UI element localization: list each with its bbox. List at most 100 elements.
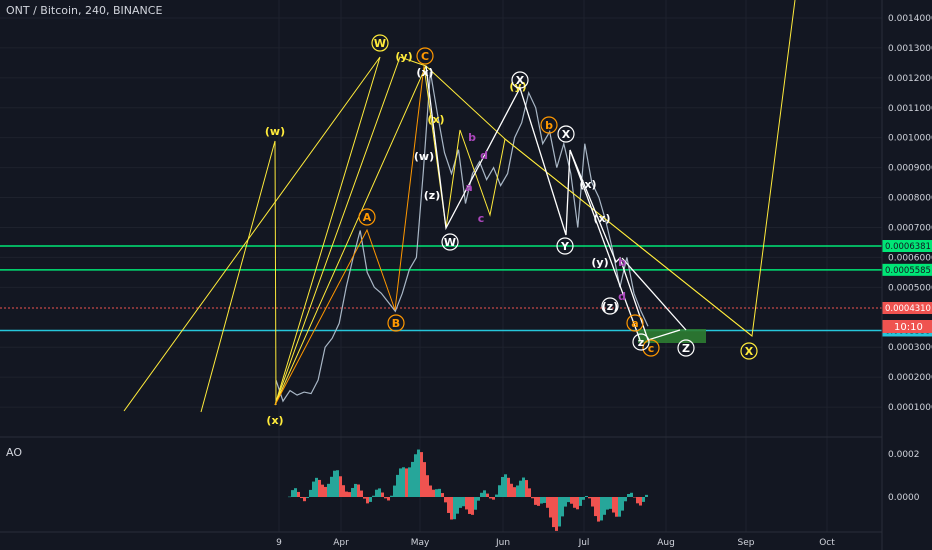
ao-bar [378,488,381,497]
y-axis: 0.0014000 0.0013000 0.0012000 0.0011000 0.00… [888,14,932,413]
y-tick-label: 0.0009000 [888,164,932,174]
ao-bar [603,497,606,515]
wave-label-text: (x) [427,113,444,126]
ao-bar [486,493,489,497]
ao-bar [546,497,549,508]
ao-bar [330,476,333,497]
wave-label-purple: b [468,131,476,144]
ao-bar [360,490,363,497]
ao-bar [372,495,375,497]
wave-label-orange: a [626,314,644,332]
countdown-text: 10:10 [894,322,923,333]
wave-label-text: (x) [266,414,283,427]
wave-label-text: Z [682,342,690,355]
wave-label-white: (y) [591,256,608,269]
price-line [275,71,649,403]
ao-bar [606,497,609,510]
ao-bar [558,497,561,527]
ao-bar [393,485,396,497]
wave-label-yellow: (x) [427,113,444,126]
ao-bar [543,497,546,503]
ao-bar [498,485,501,497]
ao-bar [420,452,423,497]
wave-label-white: (z) [601,297,619,315]
wave-label-text: (y) [395,50,412,63]
ao-bar [591,497,594,507]
ao-bar [366,497,369,504]
ao-bar [426,475,429,497]
wave-label-yellow: W [371,34,389,52]
ao-bar [555,497,558,531]
wave-label-text: a [465,181,472,194]
x-tick-label: 9 [276,538,282,548]
ao-bar [321,484,324,497]
ao-bar [642,497,645,502]
wave-label-text: W [374,37,386,50]
ao-bar [492,497,495,500]
level-badge-text: 0.0005585 [885,266,931,276]
ao-bar [369,497,372,502]
ao-bar [510,483,513,497]
ao-bar [348,492,351,497]
ao-bar [309,489,312,497]
ao-bar [312,481,315,497]
ao-bar [639,497,642,506]
ao-bar [534,497,537,505]
x-tick-label: Apr [333,538,349,548]
ao-bar [354,483,357,497]
wave-label-white: W [441,233,459,251]
wave-label-white: (x) [579,178,596,191]
y-tick-label: 0.0007000 [888,223,932,233]
wave-label-white: X [557,125,575,143]
ao-bar [600,497,603,521]
ao-bar [504,474,507,497]
ao-bar [399,468,402,497]
wave-label-text: z [638,336,644,349]
ao-bar [579,497,582,506]
ao-bar [456,497,459,514]
y-tick-label: 0.0001000 [888,403,932,413]
y-tick-label: 0.0005000 [888,283,932,293]
ao-bar [429,485,432,497]
ao-bar [345,491,348,497]
y-tick-label: 0.0011000 [888,104,932,114]
wave-label-text: (w) [414,150,434,163]
ao-bar [612,497,615,513]
wave-label-yellow: (w) [265,125,285,138]
ao-histogram [288,449,648,531]
ao-bar [597,497,600,522]
wave-label-text: Y [560,240,570,253]
ao-bar [570,497,573,504]
ao-bar [300,497,303,499]
ao-bar [465,497,468,510]
wave-label-text: X [745,345,754,358]
x-tick-label: Sep [738,538,755,548]
ao-bar [474,497,477,510]
wave-label-text: b [468,131,476,144]
ao-bar [303,497,306,502]
x-tick-label: Oct [819,538,835,548]
ao-bar [621,497,624,511]
wave-label-text: d [618,290,626,303]
ao-bar [294,488,297,497]
wave-label-text: A [363,211,372,224]
chart-canvas[interactable]: 0.00063810.00055850.00043100.0003559 (w)… [0,0,932,550]
ao-bar [453,497,456,520]
ao-bar [411,461,414,497]
wave-label-orange: b [540,116,558,134]
ao-bar [390,495,393,497]
wave-label-text: B [392,317,400,330]
ao-bar [489,497,492,499]
ao-bar [435,489,438,497]
wave-label-text: X [516,74,525,87]
wave-label-text: (y) [591,256,608,269]
ao-bar [609,497,612,509]
wave-label-white: (w) [414,150,434,163]
ao-bar [291,490,294,497]
ao-bar [483,490,486,497]
ao-bar [594,497,597,517]
ao-bar [564,497,567,507]
ao-bar [384,497,387,499]
y-tick-label: 0.0003000 [888,343,932,353]
ao-bar [324,486,327,497]
